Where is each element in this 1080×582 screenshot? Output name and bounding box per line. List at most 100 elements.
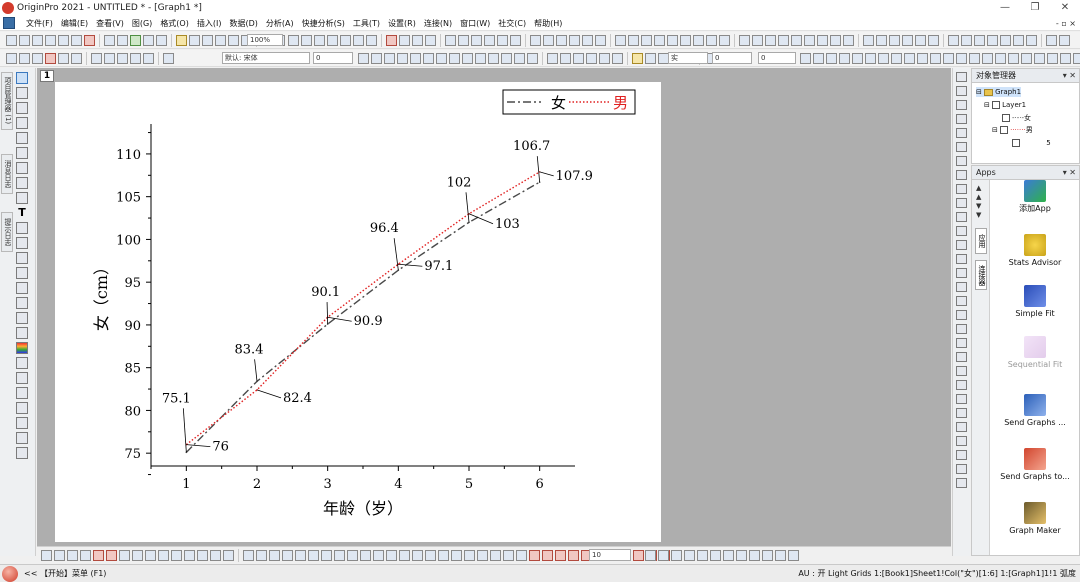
mdi-window-controls[interactable]: - ▫ × (1056, 16, 1076, 31)
bbicons-button-icon[interactable] (529, 550, 540, 561)
tb1b-button-icon[interactable] (791, 35, 802, 46)
status-left[interactable]: << 【开始】菜单 (F1) (24, 565, 106, 582)
tb1b-button-icon[interactable] (876, 35, 887, 46)
graph-tool-icon-29[interactable] (956, 478, 967, 488)
tb1b-button-icon[interactable] (569, 35, 580, 46)
bbicons-button-icon[interactable] (243, 550, 254, 561)
tb1b-button-icon[interactable] (353, 35, 364, 46)
tb1b-button-icon[interactable] (366, 35, 377, 46)
tb1b-button-icon[interactable] (739, 35, 750, 46)
tb2b-button-icon[interactable] (475, 53, 486, 64)
bbicons-button-icon[interactable] (223, 550, 234, 561)
tb2a-button-icon[interactable] (32, 53, 43, 64)
zoom-in-icon[interactable] (16, 87, 28, 99)
tb1b-button-icon[interactable] (961, 35, 972, 46)
bbicons-button-icon[interactable] (256, 550, 267, 561)
graph-tool-icon-5[interactable] (956, 142, 967, 152)
tb1b-button-icon[interactable] (530, 35, 541, 46)
graph-tool-icon-1[interactable] (956, 86, 967, 96)
graph-tool-icon-10[interactable] (956, 212, 967, 222)
app-simple-fit[interactable]: Simple Fit (990, 285, 1080, 319)
project-explorer-tab[interactable]: 项目管理器 (1) (1, 72, 13, 130)
annotation-icon[interactable] (16, 222, 28, 234)
connectors-tab[interactable]: 连接器 (975, 260, 987, 290)
app-graph-maker[interactable]: Graph Maker (990, 502, 1080, 536)
layer-checkbox[interactable] (992, 101, 1001, 109)
tb2c-button-icon[interactable] (826, 53, 837, 64)
tb1a-button-icon[interactable] (71, 35, 82, 46)
tb2c-button-icon[interactable] (839, 53, 850, 64)
app-stats-advisor[interactable]: Stats Advisor (990, 234, 1080, 268)
start-menu-icon[interactable] (2, 566, 18, 582)
tb2c-button-icon[interactable] (995, 53, 1006, 64)
collapse-icon[interactable]: ⊟ (976, 88, 982, 96)
line-width-select[interactable]: 0 (712, 52, 752, 64)
tb2c-button-icon[interactable] (865, 53, 876, 64)
menu-item-1[interactable]: 编辑(E) (57, 16, 92, 31)
tb2b-button-icon[interactable] (632, 53, 643, 64)
tb2b-button-icon[interactable] (488, 53, 499, 64)
graph-tool-icon-16[interactable] (956, 296, 967, 306)
mask-icon[interactable] (16, 192, 28, 204)
tb1b-button-icon[interactable] (484, 35, 495, 46)
tree-plot-male[interactable]: ⊟ ·······男 (992, 125, 1033, 135)
grid-icon[interactable] (16, 447, 28, 459)
line-tool-icon[interactable] (16, 252, 28, 264)
pointer-icon[interactable] (16, 72, 28, 84)
tb1b-button-icon[interactable] (1013, 35, 1024, 46)
apps-tab[interactable]: 应用 (975, 228, 987, 254)
tb1b-button-icon[interactable] (778, 35, 789, 46)
graph-tool-icon-21[interactable] (956, 366, 967, 376)
tb1b-button-icon[interactable] (1000, 35, 1011, 46)
graph-tool-icon-15[interactable] (956, 282, 967, 292)
tb2b-button-icon[interactable] (501, 53, 512, 64)
tb2b-button-icon[interactable] (358, 53, 369, 64)
graph-tool-icon-2[interactable] (956, 100, 967, 110)
bbicons-button-icon[interactable] (386, 550, 397, 561)
tb1b-button-icon[interactable] (497, 35, 508, 46)
bbicons-button-icon[interactable] (438, 550, 449, 561)
tree-graph[interactable]: ⊟ Graph1 (976, 87, 1022, 97)
tb1b-button-icon[interactable] (471, 35, 482, 46)
tb2b-button-icon[interactable] (573, 53, 584, 64)
tb1b-button-icon[interactable] (889, 35, 900, 46)
font-size-select[interactable]: 0 (313, 52, 353, 64)
tb1b-button-icon[interactable] (928, 35, 939, 46)
hint-log-tab[interactable]: 提示日志 (1, 212, 13, 252)
tb2a-button-icon[interactable] (58, 53, 69, 64)
tb1b-button-icon[interactable] (543, 35, 554, 46)
tb2a-button-icon[interactable] (19, 53, 30, 64)
bbicons-button-icon[interactable] (184, 550, 195, 561)
graph-tool-icon-12[interactable] (956, 240, 967, 250)
tb1a-button-icon[interactable] (45, 35, 56, 46)
bbicons-button-icon[interactable] (308, 550, 319, 561)
tb2b-button-icon[interactable] (397, 53, 408, 64)
tb1b-button-icon[interactable] (458, 35, 469, 46)
bbicons-button-icon[interactable] (145, 550, 156, 561)
tb1b-button-icon[interactable] (752, 35, 763, 46)
bbicons2-button-icon[interactable] (710, 550, 721, 561)
panel-controls-icon[interactable]: ▾ ✕ (1063, 166, 1076, 180)
bbicons-button-icon[interactable] (197, 550, 208, 561)
bbicons2-button-icon[interactable] (788, 550, 799, 561)
tb1b-button-icon[interactable] (595, 35, 606, 46)
bbicons-button-icon[interactable] (106, 550, 117, 561)
tb1a-button-icon[interactable] (117, 35, 128, 46)
tb1a-button-icon[interactable] (143, 35, 154, 46)
hand-icon[interactable] (16, 282, 28, 294)
tb2a-button-icon[interactable] (130, 53, 141, 64)
tb1a-button-icon[interactable] (176, 35, 187, 46)
tb2b-button-icon[interactable] (423, 53, 434, 64)
tb1b-button-icon[interactable] (556, 35, 567, 46)
minimize-button[interactable]: — (990, 0, 1020, 16)
bbicons-button-icon[interactable] (451, 550, 462, 561)
tree-sub-item[interactable]: 5 (1012, 138, 1051, 148)
zoom-out-icon[interactable] (16, 102, 28, 114)
collapse-icon[interactable]: ⊟ (984, 101, 990, 109)
bbicons-button-icon[interactable] (568, 550, 579, 561)
tb1b-button-icon[interactable] (948, 35, 959, 46)
tb1b-button-icon[interactable] (510, 35, 521, 46)
tb2c-button-icon[interactable] (930, 53, 941, 64)
graph-tool-icon-28[interactable] (956, 464, 967, 474)
bookmark-icon[interactable] (16, 417, 28, 429)
